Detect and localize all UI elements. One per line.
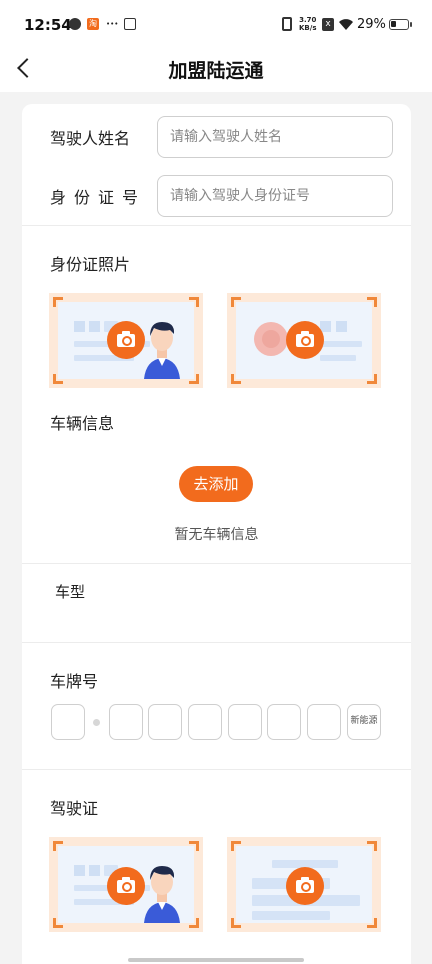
network-speed-unit: KB/s	[299, 24, 317, 32]
frame-corner	[53, 841, 63, 851]
frame-corner	[367, 918, 377, 928]
page-title: 加盟陆运通	[168, 60, 264, 82]
placeholder-square	[74, 865, 85, 876]
driver-name-label: 驾驶人姓名	[50, 129, 131, 148]
vehicle-type-label[interactable]: 车型	[55, 581, 85, 602]
id-number-label: 身份证号	[50, 188, 147, 207]
driver-name-row: 驾驶人姓名	[22, 106, 411, 164]
driver-license-title: 驾驶证	[50, 799, 99, 818]
divider	[22, 769, 411, 770]
plate-char-box-6[interactable]	[267, 704, 301, 740]
placeholder-bar	[320, 341, 362, 347]
frame-corner	[189, 841, 199, 851]
frame-corner	[367, 374, 377, 384]
network-speed-value: 3.70	[299, 16, 317, 24]
battery-icon	[389, 19, 409, 30]
plate-char-box-5[interactable]	[228, 704, 262, 740]
divider	[22, 563, 411, 564]
camera-icon	[286, 321, 324, 359]
plate-number-title: 车牌号	[50, 672, 99, 691]
add-vehicle-button[interactable]: 去添加	[179, 466, 253, 502]
national-emblem-icon	[254, 322, 288, 356]
plate-separator-dot	[93, 719, 100, 726]
vibrate-icon	[282, 17, 292, 31]
plate-char-box-3[interactable]	[148, 704, 182, 740]
no-vehicle-text: 暂无车辆信息	[174, 527, 259, 543]
frame-corner	[189, 918, 199, 928]
frame-corner	[53, 297, 63, 307]
frame-corner	[231, 841, 241, 851]
frame-corner	[231, 297, 241, 307]
plate-char-box-1[interactable]	[51, 704, 85, 740]
sim-off-icon: x	[322, 18, 334, 31]
frame-corner	[53, 374, 63, 384]
wifi-icon	[339, 19, 353, 30]
plate-new-energy-box[interactable]: 新能源	[347, 704, 381, 740]
placeholder-square	[74, 321, 85, 332]
frame-corner	[367, 841, 377, 851]
id-card-front-upload[interactable]	[49, 293, 203, 388]
notification-box-icon	[124, 18, 136, 30]
frame-corner	[53, 918, 63, 928]
frame-corner	[367, 297, 377, 307]
status-bar: 12:54 淘 ••• 3.70 KB/s x 29%	[0, 0, 432, 50]
network-speed: 3.70 KB/s	[299, 16, 316, 32]
person-avatar-icon	[144, 322, 180, 379]
placeholder-bar	[252, 911, 330, 920]
divider	[22, 642, 411, 643]
placeholder-square	[89, 321, 100, 332]
plate-char-box-7[interactable]	[307, 704, 341, 740]
id-card-back-upload[interactable]	[227, 293, 381, 388]
placeholder-bar	[320, 355, 356, 361]
home-indicator	[128, 958, 304, 962]
placeholder-square	[336, 321, 347, 332]
driver-license-front-upload[interactable]	[49, 837, 203, 932]
divider	[22, 225, 411, 226]
id-photo-title: 身份证照片	[50, 255, 131, 274]
plate-char-box-4[interactable]	[188, 704, 222, 740]
taobao-app-icon: 淘	[87, 18, 99, 30]
cloud-app-icon	[69, 18, 81, 30]
battery-percentage: 29%	[357, 17, 386, 32]
frame-corner	[231, 374, 241, 384]
id-number-input[interactable]	[157, 175, 393, 217]
nav-bar: 加盟陆运通	[0, 50, 432, 92]
frame-corner	[189, 374, 199, 384]
frame-corner	[231, 918, 241, 928]
status-time: 12:54	[24, 16, 72, 34]
frame-corner	[189, 297, 199, 307]
person-avatar-icon	[144, 866, 180, 923]
camera-icon	[107, 867, 145, 905]
vehicle-info-title: 车辆信息	[50, 414, 115, 433]
driver-license-back-upload[interactable]	[227, 837, 381, 932]
battery-tip	[410, 22, 412, 27]
placeholder-square	[89, 865, 100, 876]
camera-icon	[286, 867, 324, 905]
driver-name-input[interactable]	[157, 116, 393, 158]
id-number-row: 身份证号	[22, 165, 411, 223]
camera-icon	[107, 321, 145, 359]
plate-char-box-2[interactable]	[109, 704, 143, 740]
more-dots-icon: •••	[106, 20, 119, 28]
form-card: 驾驶人姓名 身份证号 身份证照片	[22, 104, 411, 964]
